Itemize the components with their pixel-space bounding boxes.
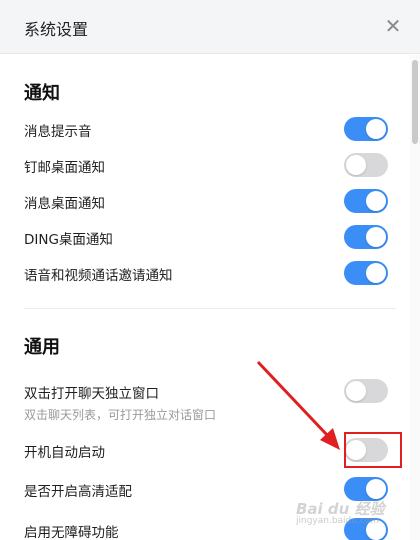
toggle-switch-ding-desktop-notify[interactable] bbox=[344, 225, 388, 249]
setting-row-call-invite-notify: 语音和视频通话邀请通知 bbox=[24, 258, 396, 288]
toggle-knob bbox=[366, 227, 386, 247]
title-bar: 系统设置 ✕ bbox=[0, 0, 420, 54]
watermark-url: jingyan.baidu.com bbox=[296, 516, 380, 526]
setting-row-message-sound: 消息提示音 bbox=[24, 114, 396, 144]
window-title: 系统设置 bbox=[24, 20, 89, 39]
setting-label: 是否开启高清适配 bbox=[24, 484, 132, 500]
toggle-switch-message-sound[interactable] bbox=[344, 117, 388, 141]
setting-row-auto-start: 开机自动启动 bbox=[24, 435, 396, 465]
toggle-knob bbox=[366, 119, 386, 139]
setting-label: 消息提示音 bbox=[24, 124, 92, 140]
toggle-knob bbox=[366, 191, 386, 211]
setting-label: 语音和视频通话邀请通知 bbox=[24, 268, 173, 284]
setting-label: 开机自动启动 bbox=[24, 445, 105, 461]
setting-row-double-click-window: 双击打开聊天独立窗口 bbox=[24, 376, 396, 406]
setting-row-ding-desktop-notify: DING桌面通知 bbox=[24, 222, 396, 252]
toggle-switch-mail-desktop-notify[interactable] bbox=[344, 153, 388, 177]
setting-label: 钉邮桌面通知 bbox=[24, 160, 105, 176]
toggle-knob bbox=[346, 381, 366, 401]
highlight-annotation-box bbox=[344, 432, 402, 468]
setting-label: DING桌面通知 bbox=[24, 232, 113, 248]
section-title-general: 通用 bbox=[24, 337, 60, 358]
toggle-knob bbox=[366, 479, 386, 499]
setting-label: 消息桌面通知 bbox=[24, 196, 105, 212]
setting-label: 双击打开聊天独立窗口 bbox=[24, 386, 159, 402]
setting-row-message-desktop-notify: 消息桌面通知 bbox=[24, 186, 396, 216]
setting-label: 启用无障碍功能 bbox=[24, 525, 119, 540]
scrollbar-thumb[interactable] bbox=[412, 60, 418, 144]
baidu-jingyan-watermark: Bai du 经验 jingyan.baidu.com bbox=[296, 498, 400, 532]
section-title-notify: 通知 bbox=[24, 83, 60, 104]
setting-description: 双击聊天列表，可打开独立对话窗口 bbox=[24, 408, 217, 422]
section-divider bbox=[24, 308, 396, 309]
toggle-knob bbox=[366, 263, 386, 283]
setting-row-mail-desktop-notify: 钉邮桌面通知 bbox=[24, 150, 396, 180]
close-icon[interactable]: ✕ bbox=[382, 15, 404, 37]
toggle-switch-call-invite-notify[interactable] bbox=[344, 261, 388, 285]
settings-window: 系统设置 ✕ 通知 消息提示音 钉邮桌面通知 消息桌面通知 DING桌面通知 语… bbox=[0, 0, 420, 540]
toggle-switch-message-desktop-notify[interactable] bbox=[344, 189, 388, 213]
toggle-switch-double-click-window[interactable] bbox=[344, 379, 388, 403]
toggle-knob bbox=[346, 155, 366, 175]
